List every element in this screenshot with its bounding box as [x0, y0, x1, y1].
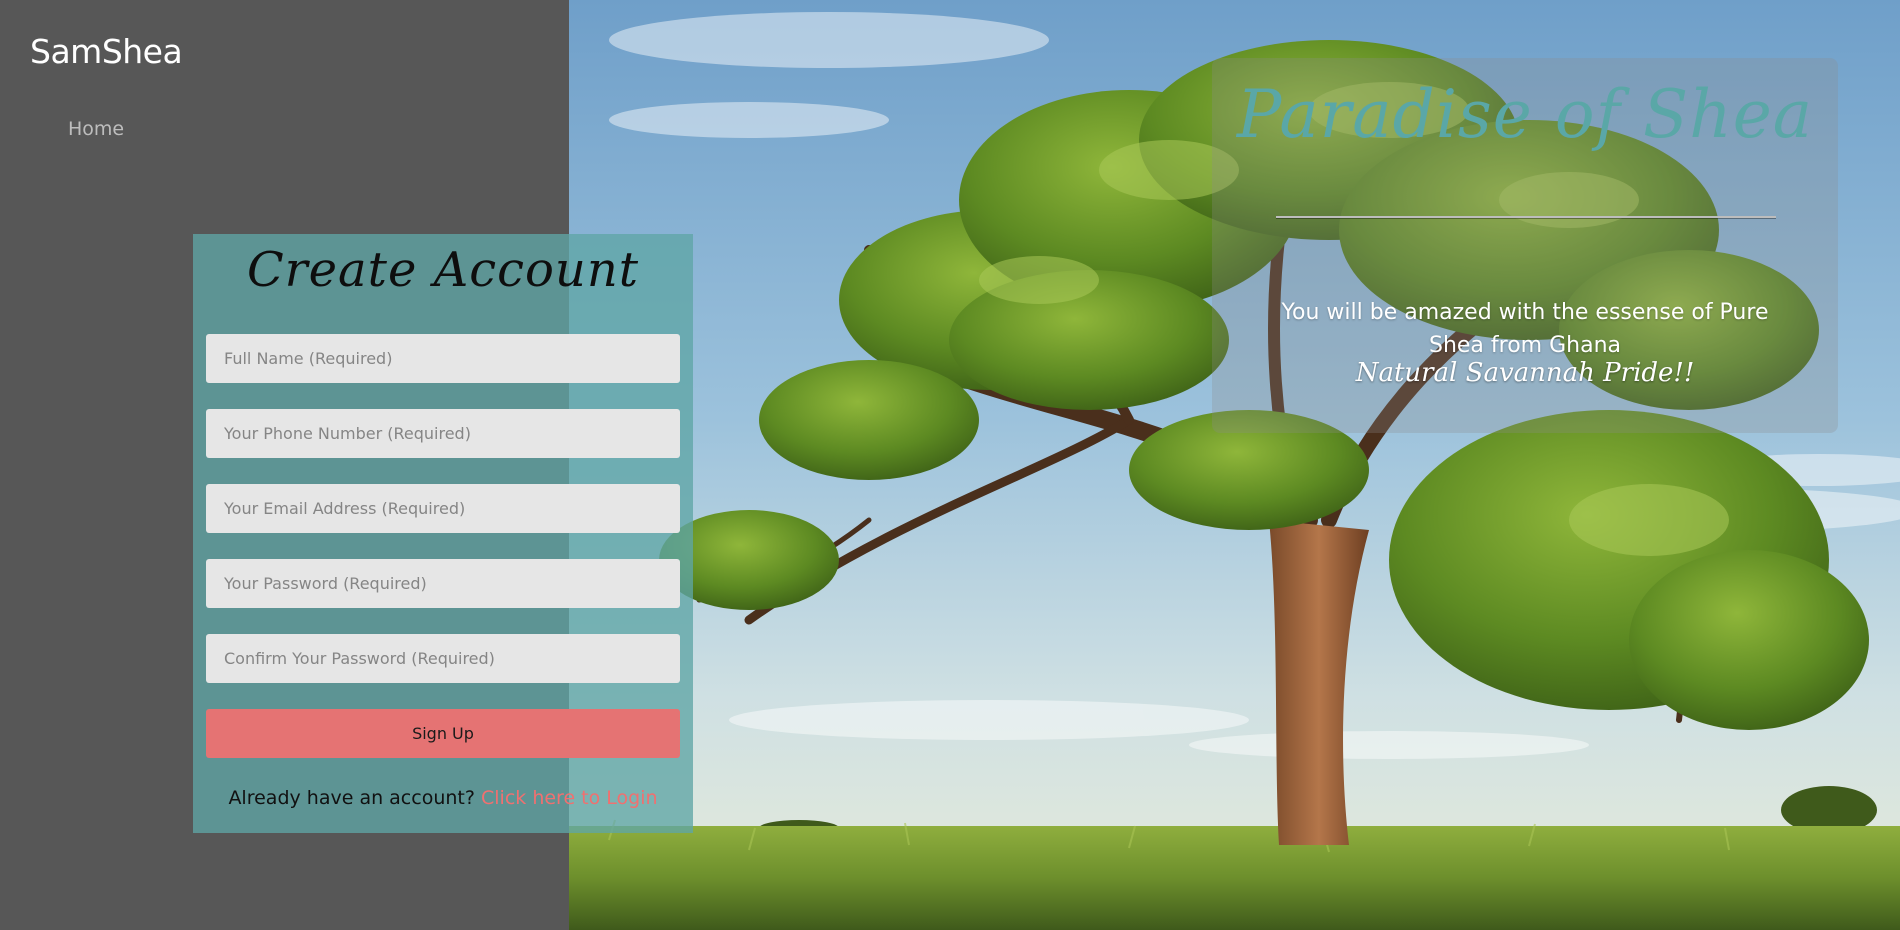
email-field[interactable]	[206, 484, 680, 533]
login-link[interactable]: Click here to Login	[481, 787, 658, 809]
hero-divider	[1276, 216, 1776, 218]
full-name-field[interactable]	[206, 334, 680, 383]
confirm-password-field[interactable]	[206, 634, 680, 683]
hero-tagline: Natural Savannah Pride!!	[1355, 358, 1695, 388]
hero-info-card: Paradise of Shea You will be amazed with…	[1212, 58, 1838, 433]
login-prompt: Already have an account? Click here to L…	[193, 787, 693, 809]
sign-up-button[interactable]: Sign Up	[206, 709, 680, 758]
login-prompt-text: Already have an account?	[228, 787, 475, 809]
brand-logo[interactable]: SamShea	[30, 32, 183, 71]
nav-link-home[interactable]: Home	[68, 118, 124, 140]
hero-title: Paradise of Shea	[1236, 76, 1814, 153]
signup-title: Create Account	[246, 242, 640, 298]
signup-form: Create Account Sign Up Already have an a…	[193, 234, 693, 833]
hero-description: You will be amazed with the essense of P…	[1281, 300, 1769, 358]
phone-field[interactable]	[206, 409, 680, 458]
password-field[interactable]	[206, 559, 680, 608]
